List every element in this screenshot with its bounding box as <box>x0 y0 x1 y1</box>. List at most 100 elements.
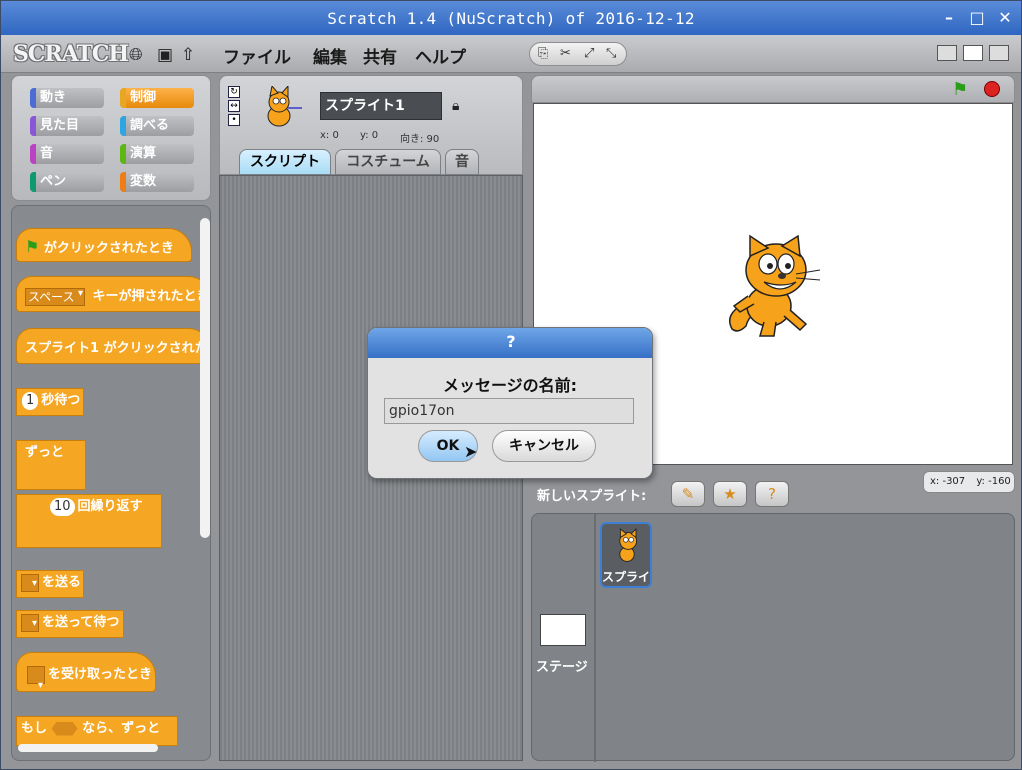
menu-help[interactable]: ヘルプ <box>415 43 466 68</box>
blocks-palette: ⚑ がクリックされたとき スペース キーが押されたとき スプライト1 がクリック… <box>11 205 211 761</box>
block-label: なら、ずっと <box>82 721 161 736</box>
repeat-count-input[interactable]: 10 <box>50 498 75 516</box>
block-label: キーが押されたとき <box>92 289 210 304</box>
folder-star-icon: ★ <box>723 485 737 503</box>
key-dropdown[interactable]: スペース <box>25 286 85 306</box>
sprite-cat-icon <box>267 86 302 127</box>
block-repeat[interactable]: 10 回繰り返す <box>16 494 162 548</box>
window-title: Scratch 1.4 (NuScratch) of 2016-12-12 <box>327 9 695 28</box>
block-forever[interactable]: ずっと <box>16 440 86 490</box>
condition-slot[interactable] <box>51 721 78 736</box>
new-sprite-label: 新しいスプライト: <box>537 489 647 504</box>
message-name-input[interactable] <box>384 398 634 424</box>
scratch-logo: SCRATCH <box>13 41 129 67</box>
menu-share[interactable]: 共有 <box>363 43 397 68</box>
block-when-sprite-clicked[interactable]: スプライト1 がクリックされたとき <box>16 328 210 364</box>
category-operators[interactable]: 演算 <box>120 144 194 164</box>
surprise-sprite-button[interactable]: ? <box>755 481 789 507</box>
stage-header: ⚑ <box>531 75 1015 103</box>
sprite-name-field[interactable]: スプライト1 <box>320 92 442 120</box>
stage-thumbnail-label: ステージ <box>536 660 588 675</box>
sprite-list: スプライト1 ステージ <box>531 513 1015 762</box>
tab-scripts[interactable]: スクリプト <box>239 149 331 175</box>
block-label: ずっと <box>25 445 65 460</box>
tab-sounds[interactable]: 音 <box>445 149 479 175</box>
block-when-key-pressed[interactable]: スペース キーが押されたとき <box>16 276 210 312</box>
cat-thumbnail-icon <box>619 528 638 562</box>
tab-costumes[interactable]: コスチューム <box>335 149 441 175</box>
dialog-title: ? <box>368 328 652 358</box>
globe-icon[interactable]: 🌐︎ <box>129 45 143 65</box>
category-variables[interactable]: 変数 <box>120 172 194 192</box>
paint-star-icon: ✎ <box>681 485 695 503</box>
normal-stage-icon[interactable] <box>963 45 983 61</box>
block-label: 回繰り返す <box>77 499 143 514</box>
category-looks[interactable]: 見た目 <box>30 116 104 136</box>
presentation-icon[interactable] <box>989 45 1009 61</box>
flip-icon[interactable]: ↔ <box>228 100 240 112</box>
wait-seconds-input[interactable]: 1 <box>22 392 39 410</box>
paint-sprite-button[interactable]: ✎ <box>671 481 705 507</box>
block-forever-if[interactable]: もし なら、ずっと <box>16 716 178 746</box>
menu-edit[interactable]: 編集 <box>313 43 347 68</box>
sprite-direction: 向き: 90 <box>400 134 440 145</box>
palette-vertical-scrollbar[interactable] <box>200 218 210 538</box>
cut-icon[interactable]: ✂ <box>560 46 571 61</box>
shrink-icon[interactable]: ⤡ <box>606 46 616 61</box>
block-wait[interactable]: 1 秒待つ <box>16 388 84 416</box>
sprite-list-divider <box>594 514 596 762</box>
block-label: スプライト1 がクリックされたとき <box>25 341 210 356</box>
stage-thumbnail[interactable] <box>540 614 586 646</box>
lock-icon[interactable]: 🔒︎ <box>452 98 459 114</box>
close-icon[interactable]: ✕ <box>997 10 1013 26</box>
maximize-icon[interactable]: □ <box>969 10 985 26</box>
mouse-y: y: -160 <box>976 476 1011 487</box>
palette-horizontal-scrollbar[interactable] <box>18 744 158 752</box>
rotation-style-controls: ↻ ↔ • <box>228 86 242 130</box>
scratch-window: Scratch 1.4 (NuScratch) of 2016-12-12 – … <box>0 0 1022 770</box>
message-dropdown[interactable] <box>21 612 39 636</box>
sprite-thumbnail[interactable]: スプライト1 <box>600 522 652 588</box>
message-dropdown[interactable] <box>21 572 39 596</box>
mouse-position: x: -307 y: -160 <box>923 471 1015 493</box>
block-broadcast-and-wait[interactable]: を送って待つ <box>16 610 124 638</box>
block-label: 秒待つ <box>41 393 81 408</box>
cancel-button[interactable]: キャンセル <box>492 430 596 462</box>
category-sensing[interactable]: 調べる <box>120 116 194 136</box>
block-label: がクリックされたとき <box>43 241 174 256</box>
block-label: を送る <box>42 575 82 590</box>
grow-icon[interactable]: ⤢ <box>584 46 594 61</box>
mouse-x: x: -307 <box>930 476 966 487</box>
small-stage-icon[interactable] <box>937 45 957 61</box>
dialog-label: メッセージの名前: <box>442 376 578 395</box>
menu-file[interactable]: ファイル <box>223 43 291 68</box>
green-flag-icon: ⚑ <box>25 237 40 256</box>
sprite-y: y: 0 <box>360 130 379 141</box>
share-icon[interactable]: ⇧ <box>181 45 195 65</box>
question-star-icon: ? <box>768 485 776 503</box>
block-broadcast[interactable]: を送る <box>16 570 84 598</box>
block-label: もし <box>21 721 48 736</box>
stamp-icon[interactable]: ⎘ <box>538 46 548 61</box>
cat-sprite[interactable] <box>724 234 824 340</box>
minimize-icon[interactable]: – <box>941 10 957 26</box>
stop-icon[interactable] <box>984 81 1000 97</box>
block-label: を受け取ったとき <box>48 667 153 682</box>
message-name-dialog: ? メッセージの名前: OK キャンセル ➤ <box>367 327 653 479</box>
no-rotate-icon[interactable]: • <box>228 114 240 126</box>
choose-sprite-button[interactable]: ★ <box>713 481 747 507</box>
title-bar: Scratch 1.4 (NuScratch) of 2016-12-12 – … <box>1 1 1021 35</box>
category-motion[interactable]: 動き <box>30 88 104 108</box>
category-control[interactable]: 制御 <box>120 88 194 108</box>
save-icon[interactable]: ▣ <box>157 45 173 65</box>
block-when-flag-clicked[interactable]: ⚑ がクリックされたとき <box>16 228 192 262</box>
block-when-receive[interactable]: を受け取ったとき <box>16 652 156 708</box>
cursor-tools: ⎘ ✂ ⤢ ⤡ <box>529 42 627 66</box>
category-sound[interactable]: 音 <box>30 144 104 164</box>
rotate-icon[interactable]: ↻ <box>228 86 240 98</box>
message-dropdown[interactable] <box>27 664 45 708</box>
category-palette: 動き 制御 見た目 調べる 音 演算 ペン 変数 <box>11 75 211 201</box>
category-pen[interactable]: ペン <box>30 172 104 192</box>
mouse-cursor-icon: ➤ <box>464 442 478 461</box>
green-flag-icon[interactable]: ⚑ <box>952 79 968 100</box>
